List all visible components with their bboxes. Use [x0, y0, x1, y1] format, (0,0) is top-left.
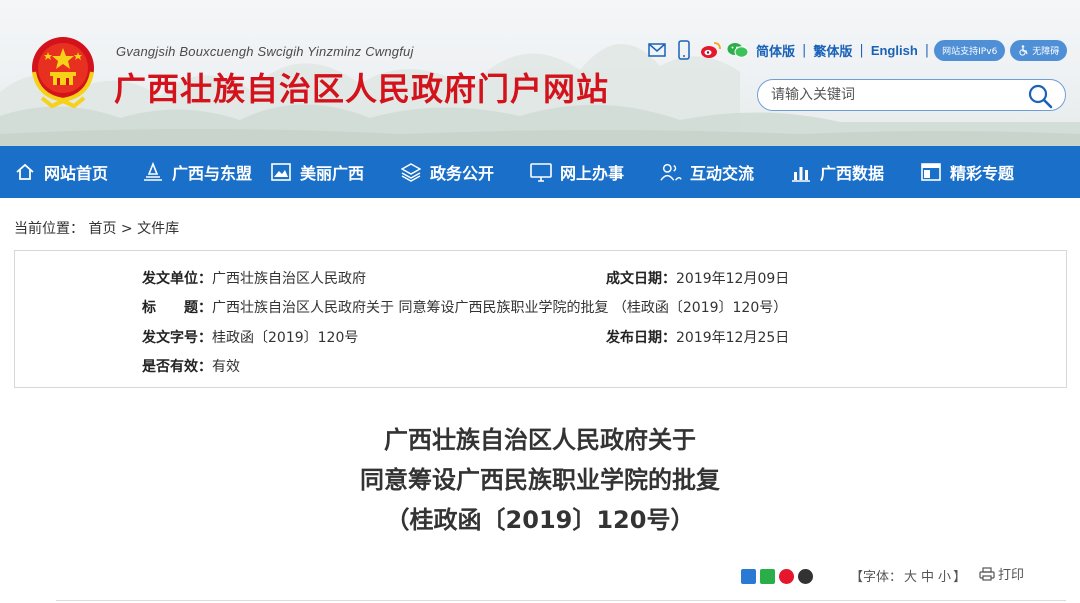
issuer-label: 发文单位： — [142, 271, 212, 287]
breadcrumb-separator: > — [120, 221, 133, 237]
created-date-label: 成文日期： — [606, 271, 676, 287]
font-large-button[interactable]: 大 — [904, 570, 917, 585]
search-box — [757, 79, 1066, 111]
main-nav: 网站首页 广西与东盟 美丽广西 政务公开 网上办事 互动交流 广西数据 精彩专题 — [0, 146, 1080, 198]
printer-icon — [979, 566, 995, 581]
ipv6-badge[interactable]: 网站支持IPv6 — [934, 39, 1006, 61]
nav-item-beautiful-guangxi[interactable]: 美丽广西 — [256, 146, 386, 198]
divider — [56, 600, 1066, 601]
wechat-share-icon[interactable] — [760, 569, 775, 584]
document-number-value: 桂政函〔2019〕120号 — [212, 330, 359, 346]
published-date-row: 发布日期：2019年12月25日 — [606, 327, 789, 347]
nav-label: 广西与东盟 — [172, 164, 253, 183]
picture-icon — [270, 161, 292, 183]
created-date-row: 成文日期：2019年12月09日 — [606, 268, 789, 288]
document-number-label: 发文字号： — [142, 330, 212, 346]
users-icon — [660, 161, 682, 183]
nav-label: 政务公开 — [430, 164, 495, 183]
nav-item-home[interactable]: 网站首页 — [0, 146, 128, 198]
top-links: 简体版 | 繁体版 | English | 网站支持IPv6 无障碍 — [646, 38, 1068, 62]
breadcrumb-current-link[interactable]: 文件库 — [137, 221, 179, 237]
nav-label: 广西数据 — [820, 164, 885, 183]
font-size-prefix: 【字体： — [850, 570, 903, 585]
layers-icon — [400, 161, 422, 183]
document-number-row: 发文字号：桂政函〔2019〕120号 — [142, 327, 358, 347]
mobile-icon[interactable] — [673, 39, 695, 61]
font-size-controls: 【字体：大中小】 — [850, 566, 966, 585]
asean-icon — [142, 161, 164, 183]
site-pinyin-title: Gvangjsih Bouxcuengh Swcigih Yinzminz Cw… — [116, 44, 414, 59]
separator: | — [924, 42, 930, 58]
ipv6-label: 网站支持IPv6 — [942, 46, 998, 57]
english-link[interactable]: English — [869, 43, 920, 58]
document-info-box: 发文单位：广西壮族自治区人民政府 成文日期：2019年12月09日 标 题：广西… — [14, 250, 1067, 388]
share-plus-icon[interactable] — [741, 569, 756, 584]
print-button[interactable]: 打印 — [979, 564, 1024, 583]
font-small-button[interactable]: 小 — [938, 570, 951, 585]
separator: | — [859, 42, 864, 58]
breadcrumb-home-link[interactable]: 首页 — [88, 221, 116, 237]
validity-row: 是否有效：有效 — [142, 356, 240, 376]
created-date-value: 2019年12月09日 — [676, 271, 790, 287]
accessibility-button[interactable]: 无障碍 — [1010, 39, 1068, 61]
nav-item-online-services[interactable]: 网上办事 — [516, 146, 646, 198]
title-row: 标 题：广西壮族自治区人民政府关于 同意筹设广西民族职业学院的批复 （桂政函〔2… — [142, 297, 787, 317]
traditional-chinese-link[interactable]: 繁体版 — [811, 41, 854, 60]
accessibility-label: 无障碍 — [1032, 46, 1060, 57]
issuer-value: 广西壮族自治区人民政府 — [212, 271, 366, 287]
search-input[interactable] — [771, 85, 1021, 105]
nav-item-special-topics[interactable]: 精彩专题 — [906, 146, 1036, 198]
nav-label: 网站首页 — [44, 164, 109, 183]
topic-icon — [920, 161, 942, 183]
share-bar — [741, 569, 813, 584]
national-emblem-icon — [32, 37, 94, 109]
monitor-icon — [530, 161, 552, 183]
title-value: 广西壮族自治区人民政府关于 同意筹设广西民族职业学院的批复 （桂政函〔2019〕… — [212, 300, 788, 316]
separator: | — [802, 42, 807, 58]
site-header: Gvangjsih Bouxcuengh Swcigih Yinzminz Cw… — [0, 0, 1080, 146]
wechat-icon[interactable] — [727, 39, 749, 61]
font-size-suffix: 】 — [953, 570, 967, 585]
published-date-value: 2019年12月25日 — [676, 330, 790, 346]
nav-label: 美丽广西 — [300, 164, 365, 183]
breadcrumb-prefix: 当前位置： — [14, 221, 84, 237]
nav-label: 精彩专题 — [950, 164, 1015, 183]
qq-share-icon[interactable] — [798, 569, 813, 584]
chart-icon — [790, 161, 812, 183]
print-label: 打印 — [998, 568, 1025, 583]
weibo-share-icon[interactable] — [779, 569, 794, 584]
nav-item-government-affairs[interactable]: 政务公开 — [386, 146, 516, 198]
nav-item-guangxi-data[interactable]: 广西数据 — [776, 146, 906, 198]
issuer-row: 发文单位：广西壮族自治区人民政府 — [142, 268, 366, 288]
nav-item-asean[interactable]: 广西与东盟 — [128, 146, 256, 198]
published-date-label: 发布日期： — [606, 330, 676, 346]
breadcrumb: 当前位置： 首页 > 文件库 — [14, 218, 179, 238]
nav-label: 互动交流 — [690, 164, 755, 183]
title-label: 标 题： — [142, 300, 212, 316]
document-title-line: （桂政函〔2019〕120号） — [385, 506, 695, 534]
nav-label: 网上办事 — [560, 164, 625, 183]
font-medium-button[interactable]: 中 — [921, 570, 934, 585]
nav-item-interaction[interactable]: 互动交流 — [646, 146, 776, 198]
wheelchair-icon — [1019, 44, 1028, 56]
document-title-line: 同意筹设广西民族职业学院的批复 — [360, 466, 720, 494]
simplified-chinese-link[interactable]: 简体版 — [754, 41, 797, 60]
search-icon[interactable] — [1027, 83, 1053, 109]
validity-label: 是否有效： — [142, 359, 212, 375]
document-title-line: 广西壮族自治区人民政府关于 — [384, 426, 696, 454]
home-icon — [14, 161, 36, 183]
mail-icon[interactable] — [646, 39, 668, 61]
weibo-icon[interactable] — [700, 39, 722, 61]
validity-value: 有效 — [212, 359, 240, 375]
document-title: 广西壮族自治区人民政府关于 同意筹设广西民族职业学院的批复 （桂政函〔2019〕… — [0, 420, 1080, 540]
site-title[interactable]: 广西壮族自治区人民政府门户网站 — [114, 64, 609, 110]
